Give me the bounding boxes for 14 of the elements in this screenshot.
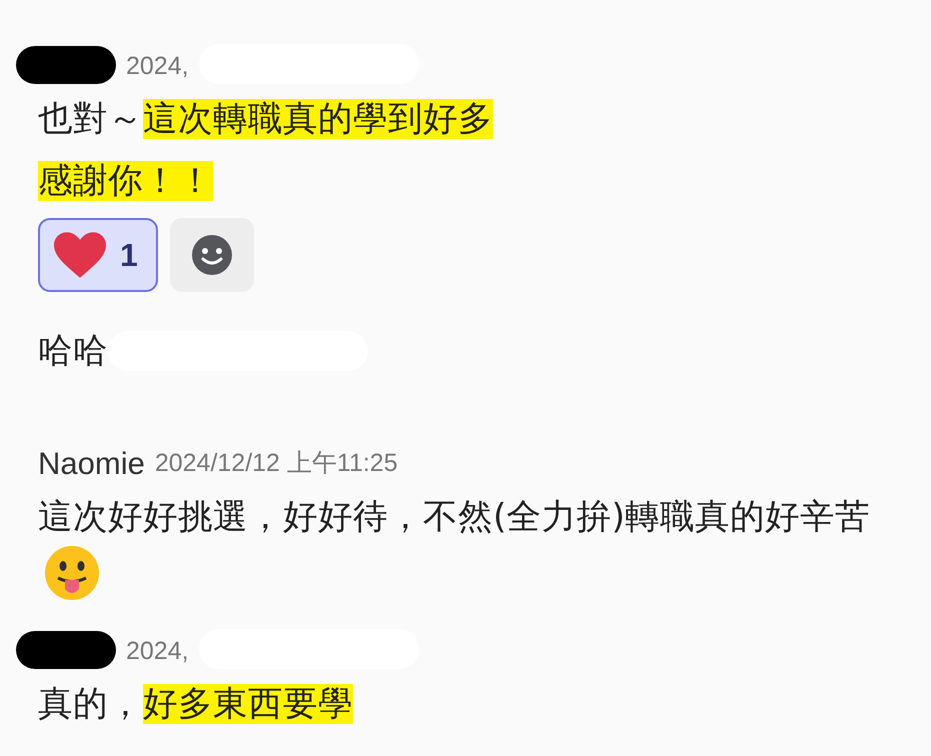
message-text: 感謝你！！: [38, 160, 214, 203]
tongue-emoji-icon: [44, 544, 100, 601]
author-name: Naomie: [38, 446, 145, 482]
heart-icon: [54, 232, 106, 278]
message-text: 也對～這次轉職真的學到好多: [38, 98, 494, 141]
add-reaction-button[interactable]: [170, 218, 254, 292]
message-text: 真的，好多東西要學: [38, 682, 354, 726]
message-text: 哈哈: [38, 330, 108, 373]
message-time: 2024/12/12 上午11:25: [154, 448, 398, 479]
smiley-icon: [190, 234, 233, 276]
message-text: 這次好好挑選，好好待，不然(全力拚)轉職真的好辛苦: [38, 490, 906, 601]
heart-reaction-button[interactable]: 1: [38, 218, 158, 292]
message-time: 2024,: [126, 636, 189, 667]
message-time: 2024,: [126, 52, 189, 82]
